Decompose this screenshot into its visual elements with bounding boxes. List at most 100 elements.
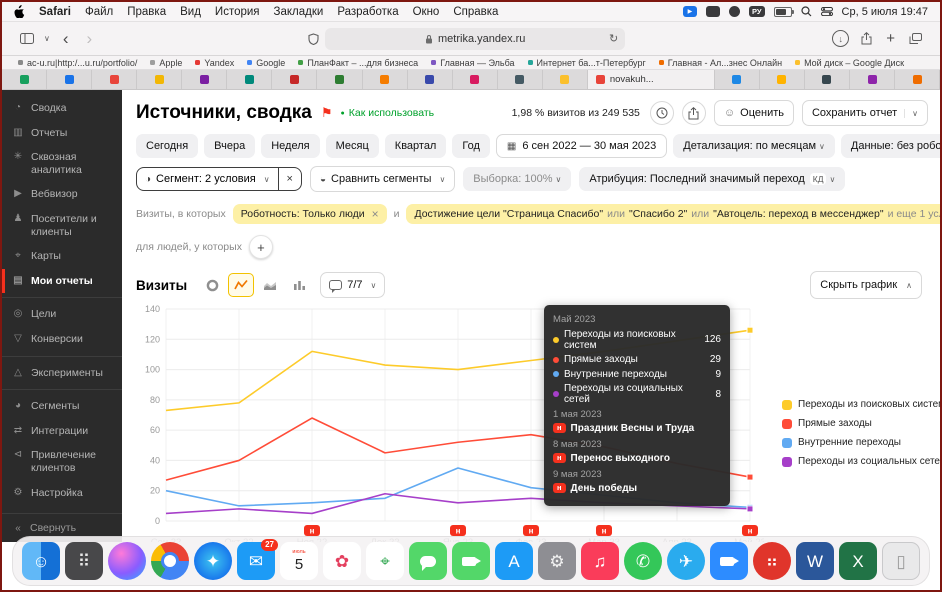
downloads-button[interactable]: ↓ (832, 30, 849, 47)
browser-tab[interactable] (272, 70, 317, 89)
bookmark-item[interactable]: Мой диск – Google Диск (795, 58, 904, 68)
date-range-button[interactable]: ▦ 6 сен 2022 — 30 мая 2023 (496, 134, 667, 158)
bar-chart-type-button[interactable] (286, 273, 312, 297)
sidebar-item-acquisition[interactable]: ⊲Привлечение клиентов (2, 443, 122, 480)
browser-tab[interactable] (453, 70, 498, 89)
share-icon[interactable] (861, 32, 872, 45)
browser-tab-active[interactable]: novakuh... (588, 70, 715, 89)
legend-item[interactable]: Внутренние переходы (782, 437, 940, 448)
sidebar-toggle-icon[interactable] (20, 33, 34, 44)
dock-facetime[interactable] (452, 542, 490, 580)
dock-safari[interactable]: ✦ (194, 542, 232, 580)
data-mode-dropdown[interactable]: Данные: без роботов ∨ (841, 134, 940, 158)
privacy-shield-icon[interactable] (308, 33, 319, 45)
menu-item-2[interactable]: Правка (127, 6, 166, 18)
bookmark-item[interactable]: Google (247, 58, 285, 68)
filter-chip-robots[interactable]: Роботность: Только люди × (233, 204, 387, 224)
sidebar-item-reports[interactable]: ▥Отчеты (2, 121, 122, 146)
history-button[interactable] (650, 101, 674, 125)
annotations-dropdown[interactable]: 7/7 ∨ (320, 272, 385, 298)
sidebar-item-segments[interactable]: ◕Сегменты (2, 394, 122, 419)
browser-tab[interactable] (227, 70, 272, 89)
status-app-icon[interactable]: ▶ (683, 6, 697, 17)
menu-item-5[interactable]: Закладки (274, 6, 324, 18)
input-language-badge[interactable]: РУ (749, 6, 765, 17)
bookmark-item[interactable]: ac-u.ru|http:/...u.ru/portfolio/ (18, 58, 137, 68)
browser-tab[interactable] (92, 70, 137, 89)
hide-chart-button[interactable]: Скрыть график ∧ (810, 271, 922, 299)
sidebar-item-cross-analytics[interactable]: ✳Сквозная аналитика (2, 145, 122, 182)
apple-menu-icon[interactable] (14, 5, 25, 18)
control-center-icon[interactable] (821, 7, 833, 16)
menu-item-3[interactable]: Вид (180, 6, 201, 18)
bookmark-item[interactable]: ПланФакт – ...для бизнеса (298, 58, 418, 68)
dock-zoom[interactable] (710, 542, 748, 580)
period-button[interactable]: Квартал (385, 134, 447, 158)
browser-tab[interactable] (47, 70, 92, 89)
browser-tab[interactable] (317, 70, 362, 89)
donut-chart-type-button[interactable] (199, 273, 225, 297)
dock-viber[interactable]: ⠶ (753, 542, 791, 580)
sidebar-item-my-reports[interactable]: ▤Мои отчеты (2, 269, 122, 294)
dock-siri[interactable] (108, 542, 146, 580)
period-button[interactable]: Вчера (204, 134, 255, 158)
dock-appstore[interactable]: A (495, 542, 533, 580)
menu-item-6[interactable]: Разработка (337, 6, 398, 18)
sidebar-item-conversions[interactable]: ▽Конверсии (2, 327, 122, 352)
save-report-button[interactable]: Сохранить отчет ∨ (802, 100, 928, 126)
compare-segments-button[interactable]: ◒ Сравнить сегменты ∨ (310, 166, 455, 192)
address-bar[interactable]: metrika.yandex.ru ↻ (325, 28, 625, 50)
browser-tab[interactable] (543, 70, 588, 89)
tab-group-chevron-icon[interactable]: ∨ (44, 34, 50, 43)
legend-item[interactable]: Переходы из поисковых систем (782, 399, 940, 410)
browser-tab[interactable] (498, 70, 543, 89)
menu-item-0[interactable]: Safari (39, 6, 71, 18)
reload-icon[interactable]: ↻ (609, 32, 618, 45)
tab-overview-icon[interactable] (909, 33, 922, 44)
menu-item-1[interactable]: Файл (85, 6, 113, 18)
bookmark-item[interactable]: Yandex (195, 58, 234, 68)
attribution-dropdown[interactable]: Атрибуция: Последний значимый переход КД… (579, 167, 845, 191)
sidebar-item-goals[interactable]: ◎Цели (2, 302, 122, 327)
dock-mail[interactable]: ✉27 (237, 542, 275, 580)
dock-photos[interactable]: ✿ (323, 542, 361, 580)
sidebar-item-experiments[interactable]: △Эксперименты (2, 361, 122, 386)
menu-item-8[interactable]: Справка (453, 6, 498, 18)
bookmark-item[interactable]: Apple (150, 58, 182, 68)
bookmark-item[interactable]: Главная - Ал...знес Онлайн (659, 58, 782, 68)
segment-main[interactable]: ◑ Сегмент: 2 условия ∨ (137, 168, 278, 190)
sidebar-item-maps[interactable]: ⌖Карты (2, 244, 122, 269)
holiday-badge[interactable]: н (742, 525, 758, 536)
holiday-badge[interactable]: н (596, 525, 612, 536)
filter-chip-goals[interactable]: Достижение цели "Страница Спасибо"или"Сп… (406, 204, 940, 224)
dock-maps[interactable]: ⌖ (366, 542, 404, 580)
sidebar-item-settings[interactable]: ⚙Настройка (2, 481, 122, 506)
legend-item[interactable]: Переходы из социальных сетей (782, 456, 940, 467)
period-button[interactable]: Сегодня (136, 134, 198, 158)
dock-whatsapp[interactable]: ✆ (624, 542, 662, 580)
rate-button[interactable]: ☺ Оценить (714, 100, 794, 126)
menu-item-4[interactable]: История (215, 6, 260, 18)
back-button[interactable]: ‹ (63, 30, 69, 47)
segment-pill[interactable]: ◑ Сегмент: 2 условия ∨ × (136, 167, 302, 191)
sidebar-item-summary[interactable]: ◔Сводка (2, 96, 122, 121)
browser-tab[interactable] (805, 70, 850, 89)
period-button[interactable]: Месяц (326, 134, 379, 158)
browser-tab[interactable] (182, 70, 227, 89)
browser-tab[interactable] (2, 70, 47, 89)
segment-clear-button[interactable]: × (278, 168, 301, 190)
keyboard-status-icon[interactable] (706, 6, 720, 17)
how-to-use-link[interactable]: ● Как использовать (341, 107, 435, 119)
browser-tab[interactable] (895, 70, 940, 89)
menubar-clock[interactable]: Ср, 5 июля 19:47 (842, 6, 928, 18)
period-button[interactable]: Неделя (261, 134, 319, 158)
area-chart-type-button[interactable] (257, 273, 283, 297)
dock-excel[interactable]: X (839, 542, 877, 580)
dock-word[interactable]: W (796, 542, 834, 580)
dock-chrome[interactable] (151, 542, 189, 580)
sampling-dropdown[interactable]: Выборка: 100% ∨ (463, 167, 571, 191)
menu-item-7[interactable]: Окно (413, 6, 440, 18)
dock-launchpad[interactable]: ⠿ (65, 542, 103, 580)
detalization-dropdown[interactable]: Детализация: по месяцам ∨ (673, 134, 835, 158)
bookmark-item[interactable]: Интернет ба...т-Петербург (528, 58, 646, 68)
